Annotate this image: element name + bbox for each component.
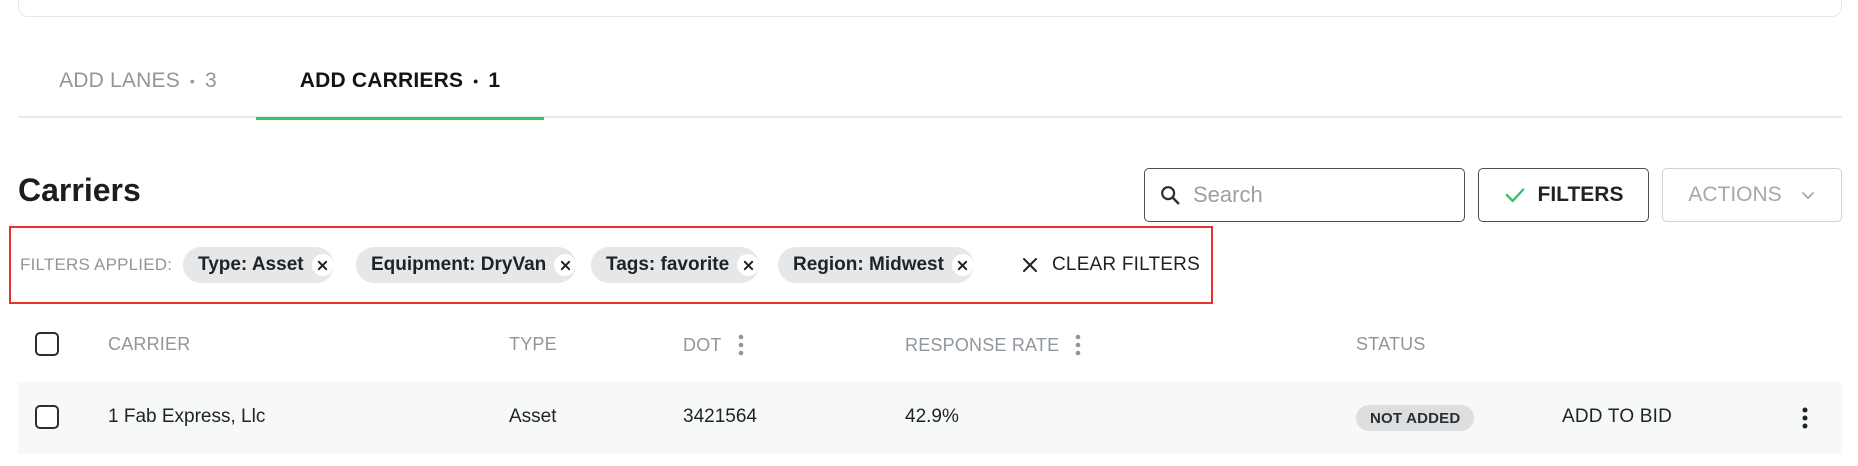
kebab-vertical-icon[interactable] (738, 334, 744, 356)
column-header-type[interactable]: TYPE (509, 334, 557, 355)
kebab-vertical-icon[interactable] (1800, 406, 1810, 430)
tab-add-carriers-label: ADD CARRIERS (299, 69, 464, 92)
column-header-label: RESPONSE RATE (905, 334, 1060, 355)
carrier-response-rate: 42.9% (905, 406, 959, 427)
top-card (18, 0, 1842, 17)
carrier-type: Asset (509, 406, 557, 427)
tab-add-lanes-label: ADD LANES (59, 69, 180, 92)
tab-separator: • (473, 73, 479, 89)
table-header: CARRIER TYPE DOT RESPONSE RATE STATUS (18, 318, 1842, 370)
filter-chip-region: Region: Midwest (778, 247, 974, 283)
kebab-vertical-icon[interactable] (1075, 334, 1081, 356)
carrier-name: 1 Fab Express, Llc (108, 406, 266, 427)
column-header-carrier[interactable]: CARRIER (108, 334, 190, 355)
applied-filters-bar: FILTERS APPLIED: Type: Asset Equipment: … (9, 226, 1213, 304)
filter-chip-label: Type: Asset (198, 254, 304, 275)
filter-chip-label: Tags: favorite (606, 254, 730, 275)
close-icon (1023, 258, 1037, 272)
status-badge: NOT ADDED (1356, 405, 1475, 431)
search-box[interactable] (1144, 168, 1465, 222)
filter-chip-equipment: Equipment: DryVan (356, 247, 577, 283)
filter-chip-tags: Tags: favorite (591, 247, 760, 283)
carrier-dot: 3421564 (683, 406, 757, 427)
column-header-label: TYPE (509, 334, 557, 354)
chevron-down-icon (1801, 192, 1814, 199)
close-circle-icon[interactable] (951, 254, 974, 276)
column-header-response-rate[interactable]: RESPONSE RATE (905, 334, 1081, 356)
clear-filters-label: CLEAR FILTERS (1052, 254, 1200, 275)
search-input[interactable] (1193, 182, 1453, 208)
select-all-checkbox[interactable] (35, 332, 59, 356)
check-icon (1505, 188, 1524, 203)
page-title: Carriers (18, 172, 141, 208)
column-header-label: STATUS (1356, 334, 1426, 354)
column-header-dot[interactable]: DOT (683, 334, 744, 356)
filter-chip-type: Type: Asset (183, 247, 334, 283)
tab-add-carriers-count: 1 (488, 69, 501, 92)
filter-chip-label: Equipment: DryVan (371, 254, 547, 275)
table-row[interactable]: 1 Fab Express, Llc Asset 3421564 42.9% N… (18, 382, 1842, 454)
close-circle-icon[interactable] (737, 254, 760, 276)
filters-applied-label: FILTERS APPLIED: (20, 255, 173, 274)
actions-dropdown-label: ACTIONS (1688, 183, 1782, 206)
search-icon (1161, 186, 1180, 205)
tab-bar: ADD LANES • 3 ADD CARRIERS • 1 (18, 44, 1842, 120)
filters-button-label: FILTERS (1537, 183, 1624, 206)
row-checkbox[interactable] (35, 405, 59, 429)
column-header-label: DOT (683, 334, 722, 355)
clear-filters-button[interactable]: CLEAR FILTERS (1022, 248, 1200, 282)
column-header-label: CARRIER (108, 334, 191, 354)
close-circle-icon[interactable] (311, 254, 334, 276)
close-circle-icon[interactable] (554, 254, 577, 276)
tab-separator: • (189, 73, 196, 89)
tab-add-lanes[interactable]: ADD LANES • 3 (18, 44, 258, 118)
actions-dropdown[interactable]: ACTIONS (1662, 168, 1842, 222)
tab-add-lanes-count: 3 (205, 69, 217, 92)
filters-button[interactable]: FILTERS (1478, 168, 1649, 222)
add-to-bid-button[interactable]: ADD TO BID (1562, 406, 1672, 428)
tab-add-carriers[interactable]: ADD CARRIERS • 1 (256, 44, 544, 120)
filter-chip-label: Region: Midwest (793, 254, 944, 275)
column-header-status[interactable]: STATUS (1356, 334, 1426, 355)
